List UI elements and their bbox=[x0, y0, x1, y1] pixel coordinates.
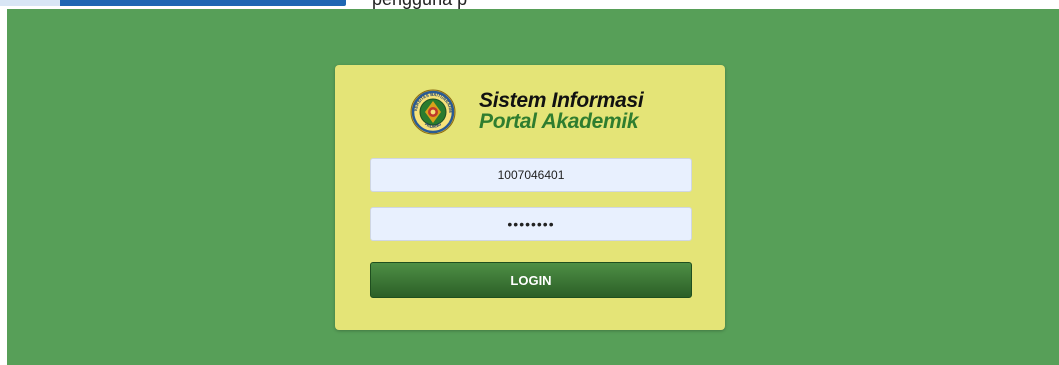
left-margin bbox=[0, 9, 7, 365]
password-input[interactable] bbox=[370, 207, 692, 241]
username-input[interactable] bbox=[370, 158, 692, 192]
header-partial-text: pengguna p bbox=[372, 0, 467, 9]
login-page-background: UNIVERSITAS BAITURRAHMAH PADANG Sistem I… bbox=[7, 9, 1059, 365]
top-strip: pengguna p bbox=[0, 0, 1059, 9]
top-blue-highlight bbox=[0, 0, 60, 6]
brand-title-line2: Portal Akademik bbox=[479, 110, 639, 133]
brand: UNIVERSITAS BAITURRAHMAH PADANG Sistem I… bbox=[410, 85, 650, 137]
university-logo-icon: UNIVERSITAS BAITURRAHMAH PADANG bbox=[410, 89, 456, 135]
login-card: UNIVERSITAS BAITURRAHMAH PADANG Sistem I… bbox=[335, 65, 725, 330]
login-button[interactable]: LOGIN bbox=[370, 262, 692, 298]
